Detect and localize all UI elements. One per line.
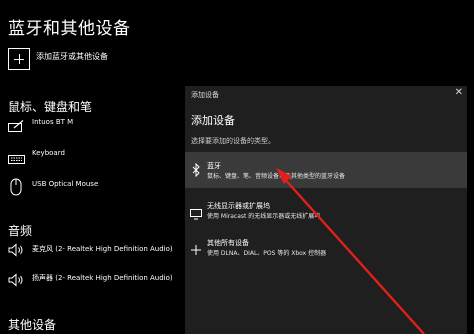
annotation-arrow xyxy=(276,168,425,334)
